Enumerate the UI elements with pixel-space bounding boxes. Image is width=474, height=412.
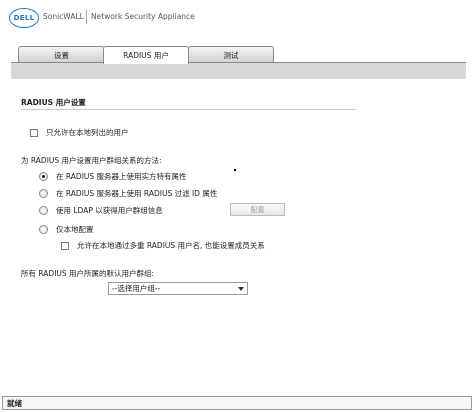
local-only-checkbox[interactable] [30,128,38,137]
membership-prompt-text: 为 RADIUS 用户设置用户群组关系的方法: [21,156,162,165]
radio-filter-id-label: 在 RADIUS 服务器上使用 RADIUS 过滤 ID 属性 [56,189,218,198]
status-bar: 就绪 [2,396,472,410]
radio-option-vendor-attr[interactable]: 在 RADIUS 服务器上使用实方特有属性 [39,171,187,182]
mouse-cursor-dot [234,169,236,171]
default-group-row: 所有 RADIUS 用户所属的默认用户群组: [21,268,154,279]
chevron-down-icon [238,287,244,291]
radio-local-only[interactable] [39,225,48,234]
section-rule [21,109,356,110]
status-text: 就绪 [7,398,22,408]
tab-band [11,63,466,79]
brand-divider [86,10,87,24]
radio-ldap[interactable] [39,206,48,215]
local-only-row[interactable]: 只允许在本地列出的用户 [30,127,129,138]
tab-settings[interactable]: 设置 [18,46,105,63]
radio-option-filter-id[interactable]: 在 RADIUS 服务器上使用 RADIUS 过滤 ID 属性 [39,188,217,199]
membership-prompt: 为 RADIUS 用户设置用户群组关系的方法: [21,155,162,166]
config-button[interactable]: 配置 [230,203,285,216]
radio-option-local-only[interactable]: 仅本地配置 [39,224,94,235]
brand-name: SonicWALL [43,12,84,21]
radio-filter-id[interactable] [39,189,48,198]
radio-local-only-label: 仅本地配置 [56,225,94,234]
default-group-value: --选择用户组-- [112,284,161,293]
radio-ldap-label: 使用 LDAP 以获得用户群组信息 [56,206,163,215]
default-group-select[interactable]: --选择用户组-- [108,282,248,295]
multi-username-label: 允许在本地通过多重 RADIUS 用户名, 也能设置成员关系 [77,241,265,250]
radio-option-ldap[interactable]: 使用 LDAP 以获得用户群组信息 [39,205,163,216]
section-title: RADIUS 用户设置 [21,98,86,107]
tab-test[interactable]: 测试 [188,46,274,63]
local-only-label: 只允许在本地列出的用户 [46,128,129,137]
tab-radius-users[interactable]: RADIUS 用户 [103,46,189,64]
radio-vendor-attr[interactable] [39,172,48,181]
multi-username-row[interactable]: 允许在本地通过多重 RADIUS 用户名, 也能设置成员关系 [61,240,265,251]
multi-username-checkbox[interactable] [61,241,69,250]
default-group-label: 所有 RADIUS 用户所属的默认用户群组: [21,269,155,278]
product-name: Network Security Appliance [91,12,195,21]
dell-logo: DELL [9,8,39,28]
radio-vendor-attr-label: 在 RADIUS 服务器上使用实方特有属性 [56,172,187,181]
